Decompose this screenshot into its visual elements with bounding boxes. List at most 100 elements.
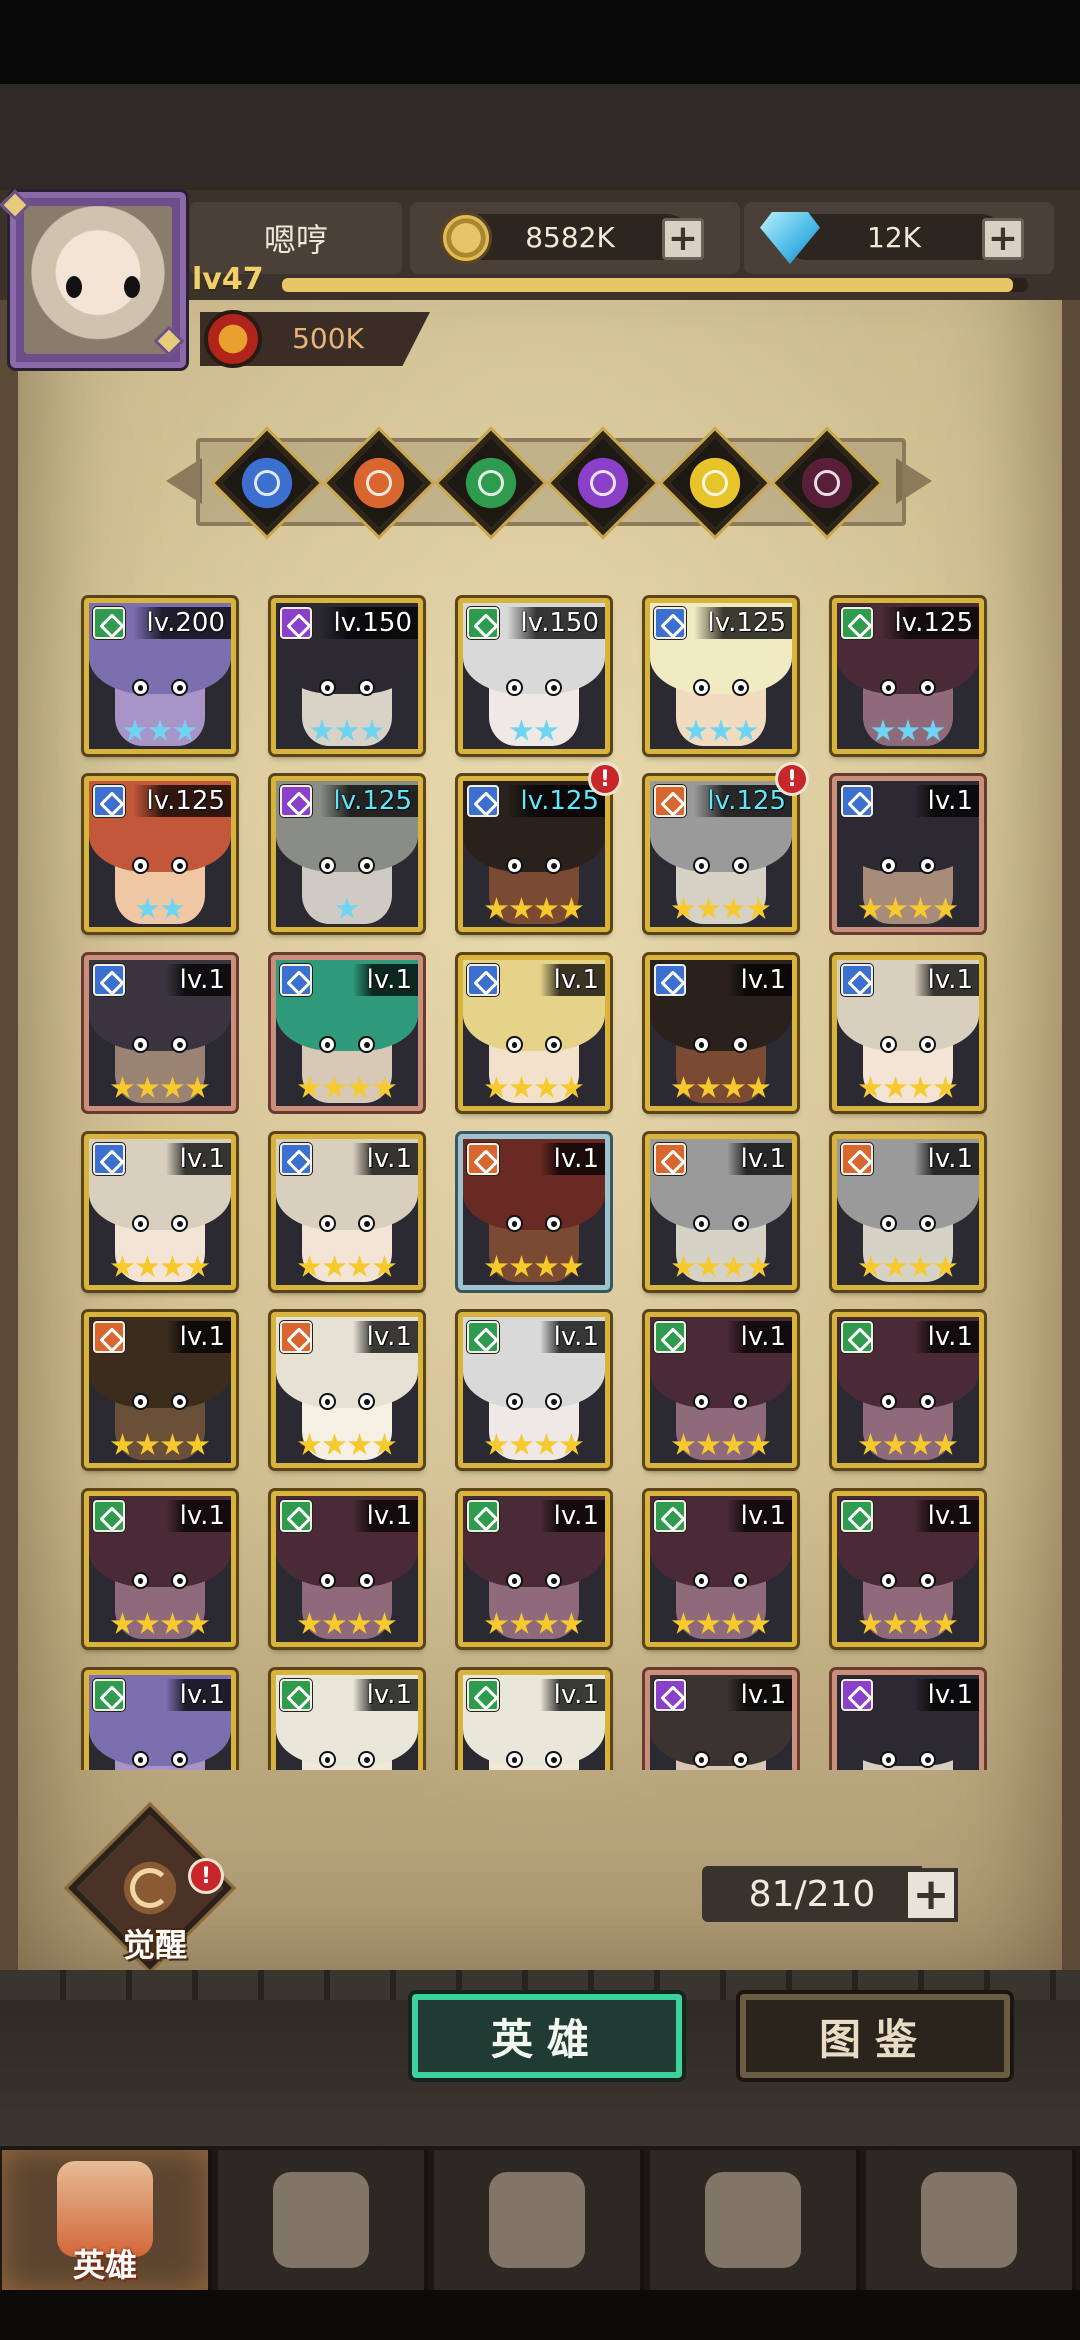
hero-class-icon (654, 964, 686, 996)
star-icon (372, 1612, 397, 1634)
star-icon (921, 719, 945, 741)
hero-card[interactable]: lv.1 (271, 955, 423, 1111)
hero-card[interactable]: lv.1 (458, 1670, 610, 1770)
hero-card[interactable]: lv.1 (645, 1134, 797, 1290)
star-icon (185, 1433, 210, 1455)
star-icon (908, 1076, 933, 1098)
gem-amount: 12K (784, 214, 1004, 260)
hero-class-icon (654, 1500, 686, 1532)
hero-card[interactable]: lv.1 (84, 955, 236, 1111)
hero-class-icon (280, 607, 312, 639)
star-icon (135, 1076, 160, 1098)
hero-card[interactable]: lv.1 (271, 1670, 423, 1770)
hero-star-rating (89, 1255, 231, 1281)
star-icon (185, 1076, 210, 1098)
star-icon (160, 897, 185, 919)
hero-class-icon (467, 607, 499, 639)
nav-battle-icon (489, 2172, 585, 2268)
tab-codex[interactable]: 图鉴 (740, 1994, 1010, 2078)
star-icon (534, 1255, 559, 1277)
hero-class-icon (93, 607, 125, 639)
hero-card[interactable]: lv.125 (84, 776, 236, 932)
hero-card[interactable]: lv.1 (645, 1312, 797, 1468)
hero-card[interactable]: lv.1 (645, 955, 797, 1111)
hero-card[interactable]: lv.125 (645, 598, 797, 754)
star-icon (297, 1612, 322, 1634)
hero-card[interactable]: lv.1 (645, 1491, 797, 1647)
hero-card[interactable]: lv.150 (271, 598, 423, 754)
hero-card[interactable]: lv.1 (84, 1134, 236, 1290)
hero-class-icon (280, 1500, 312, 1532)
hero-card[interactable]: lv.1 (832, 776, 984, 932)
star-icon (746, 1612, 771, 1634)
star-icon (671, 1433, 696, 1455)
hero-class-icon (654, 1679, 686, 1711)
add-gold-button[interactable]: + (662, 218, 704, 260)
nav-heroes[interactable]: 英雄 (2, 2150, 212, 2290)
hero-card[interactable]: lv.1 (832, 1491, 984, 1647)
hero-card[interactable]: lv.125 (645, 776, 797, 932)
nav-label: 英雄 (72, 2246, 137, 2284)
star-icon (110, 1076, 135, 1098)
gold-resource: 8582K + (410, 202, 740, 274)
nav-guild[interactable] (866, 2150, 1076, 2290)
star-icon (297, 1433, 322, 1455)
star-icon (696, 1255, 721, 1277)
star-icon (709, 719, 733, 741)
hero-star-rating (837, 1255, 979, 1281)
hero-level: lv.1 (913, 1500, 979, 1532)
nav-castle[interactable] (650, 2150, 860, 2290)
hero-class-icon (93, 1321, 125, 1353)
hero-card[interactable]: lv.1 (832, 1670, 984, 1770)
hero-card[interactable]: lv.1 (458, 1491, 610, 1647)
expand-capacity-button[interactable]: + (904, 1868, 958, 1922)
hero-level: lv.125 (880, 607, 979, 639)
tab-heroes[interactable]: 英雄 (412, 1994, 682, 2078)
hero-card[interactable]: lv.125 (832, 598, 984, 754)
hero-card[interactable]: lv.200 (84, 598, 236, 754)
nav-expedition[interactable] (218, 2150, 428, 2290)
avatar-portrait (24, 206, 172, 354)
hero-alert-badge: ! (588, 762, 622, 796)
hero-card[interactable]: lv.1 (271, 1134, 423, 1290)
hero-level: lv.1 (165, 964, 231, 996)
hero-card[interactable]: lv.1 (271, 1491, 423, 1647)
nav-battle[interactable] (434, 2150, 644, 2290)
hero-card[interactable]: lv.1 (458, 1312, 610, 1468)
star-icon (160, 1612, 185, 1634)
experience-bar (282, 278, 1028, 292)
hero-level: lv.1 (352, 1321, 418, 1353)
hero-card[interactable]: lv.1 (458, 1134, 610, 1290)
hero-card[interactable]: lv.1 (84, 1491, 236, 1647)
hero-class-icon (93, 964, 125, 996)
hero-card[interactable]: lv.150 (458, 598, 610, 754)
hero-card[interactable]: lv.1 (832, 955, 984, 1111)
hero-class-icon (841, 785, 873, 817)
hero-level: lv.125 (693, 785, 792, 817)
star-icon (148, 719, 172, 741)
star-icon (484, 1433, 509, 1455)
star-icon (933, 1433, 958, 1455)
awaken-icon (130, 1868, 170, 1908)
hero-star-rating (837, 719, 979, 745)
hero-card[interactable]: lv.1 (645, 1670, 797, 1770)
star-icon (559, 1612, 584, 1634)
hero-card[interactable]: lv.1 (832, 1134, 984, 1290)
hero-card[interactable]: lv.125 (271, 776, 423, 932)
star-icon (135, 1255, 160, 1277)
hero-star-rating (276, 1255, 418, 1281)
hero-class-icon (280, 1321, 312, 1353)
hero-card[interactable]: lv.125 (458, 776, 610, 932)
hero-class-icon (467, 1500, 499, 1532)
hero-class-icon (467, 1143, 499, 1175)
star-icon (135, 1612, 160, 1634)
hero-card[interactable]: lv.1 (271, 1312, 423, 1468)
hero-card[interactable]: lv.1 (84, 1670, 236, 1770)
add-gems-button[interactable]: + (982, 218, 1024, 260)
star-icon (322, 1433, 347, 1455)
hero-star-rating (89, 1076, 231, 1102)
hero-card[interactable]: lv.1 (832, 1312, 984, 1468)
star-icon (696, 897, 721, 919)
hero-card[interactable]: lv.1 (84, 1312, 236, 1468)
hero-card[interactable]: lv.1 (458, 955, 610, 1111)
